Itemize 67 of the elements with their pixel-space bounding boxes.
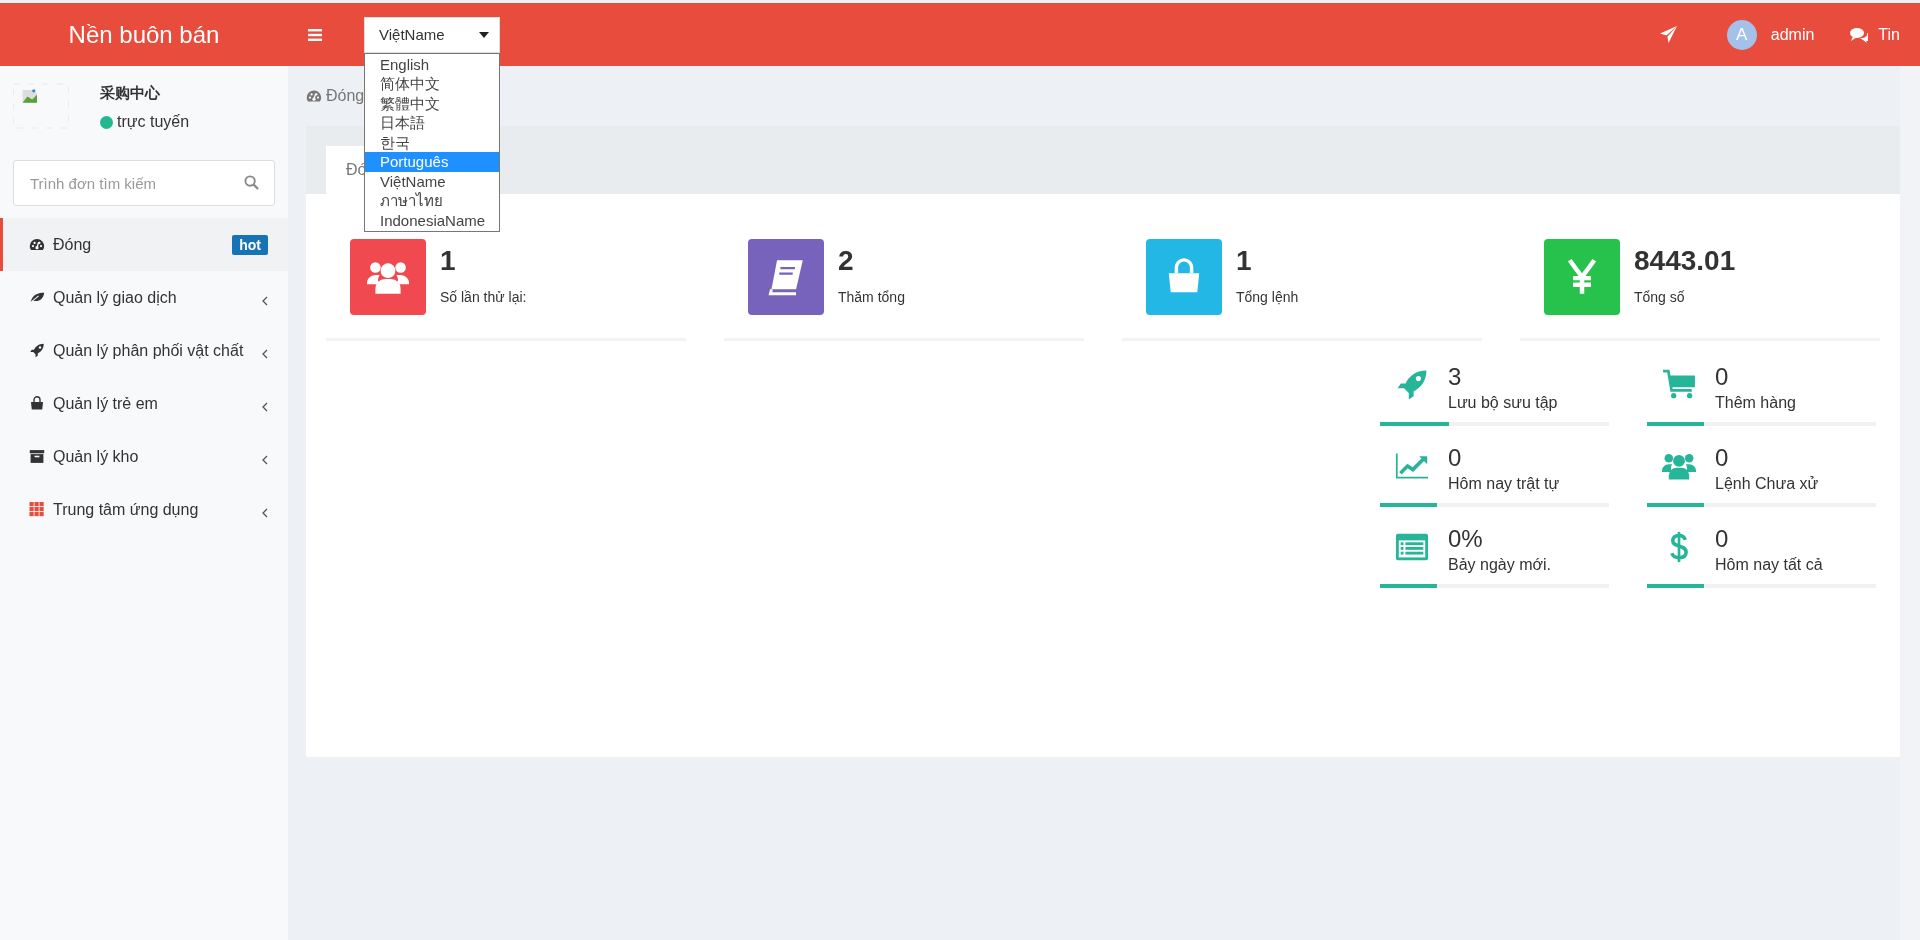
stat-value: 0: [1715, 525, 1730, 553]
messages-link[interactable]: Tin: [1878, 25, 1900, 44]
stat-label: Hôm nay trật tự: [1448, 475, 1560, 493]
search-icon[interactable]: [244, 175, 259, 190]
breadcrumb[interactable]: Đóng: [326, 87, 365, 105]
stat-value: 1: [440, 245, 457, 277]
stat-value: 2: [838, 245, 855, 277]
menu-label: Trung tâm ứng dụng: [53, 500, 200, 519]
sidebar-menu-item[interactable]: Quản lý phân phối vật chất: [0, 324, 288, 377]
language-option[interactable]: ภาษาไทย: [365, 191, 499, 211]
sidebar-menu-item[interactable]: Đóng hot: [0, 218, 288, 271]
stat-value: 0: [1448, 444, 1463, 472]
language-option[interactable]: 繁體中文: [365, 93, 499, 113]
menu-label: Quản lý giao dịch: [53, 288, 178, 307]
sidebar-menu-item[interactable]: Quản lý trẻ em: [0, 377, 288, 430]
shopping-bag-icon: [29, 396, 45, 411]
scrollbar[interactable]: [1900, 66, 1920, 940]
paper-plane-icon[interactable]: [1659, 26, 1677, 43]
sidebar-menu-item[interactable]: Quản lý kho: [0, 430, 288, 483]
language-option[interactable]: 한국: [365, 132, 499, 152]
stat-label: Thăm tổng: [838, 289, 905, 305]
menu-label: Quản lý trẻ em: [53, 394, 159, 413]
stat-label: Bảy ngày mới.: [1448, 556, 1551, 574]
language-option[interactable]: ViệtName: [365, 171, 499, 191]
menu-label: Quản lý phân phối vật chất: [53, 341, 245, 360]
rocket-icon: [1395, 369, 1429, 401]
online-status: trực tuyến: [117, 113, 190, 131]
cart-icon: [1662, 369, 1696, 401]
language-option[interactable]: 日本語: [365, 113, 499, 133]
sidebar-menu-item[interactable]: Quản lý giao dịch: [0, 271, 288, 324]
list-icon: [1395, 531, 1429, 563]
stat-label: Hôm nay tất cả: [1715, 556, 1823, 574]
caret-icon: [479, 31, 489, 38]
language-option[interactable]: IndonesiaName: [365, 210, 499, 230]
archive-icon: [29, 449, 45, 464]
stat-label: Tổng lệnh: [1236, 289, 1299, 305]
stat-value: 1: [1236, 245, 1253, 277]
profile-name: 采购中心: [100, 84, 161, 103]
leaf-icon: [29, 290, 45, 305]
menu-icon[interactable]: [308, 28, 322, 41]
brand-title[interactable]: Nền buôn bán: [0, 20, 288, 49]
stat-label: Lệnh Chưa xử: [1715, 475, 1819, 493]
dashboard-icon: [306, 89, 322, 103]
search-field[interactable]: Trình đơn tìm kiếm: [13, 160, 275, 206]
hot-badge: hot: [232, 234, 268, 255]
language-option[interactable]: 简体中文: [365, 74, 499, 94]
online-status-dot: [100, 115, 113, 129]
stat-value: 8443.01: [1634, 245, 1736, 277]
stat-label: Tổng số: [1634, 289, 1686, 305]
sidebar-menu-item[interactable]: Trung tâm ứng dụng: [0, 483, 288, 536]
stat-label: Số lần thử lại:: [440, 289, 527, 305]
grid-icon: [29, 502, 45, 517]
dashboard-icon: [29, 237, 45, 252]
language-option[interactable]: English: [365, 54, 499, 74]
language-select[interactable]: ViệtName: [364, 16, 500, 53]
stat-label: Lưu bộ sưu tập: [1448, 394, 1558, 412]
stat-value: 0%: [1448, 525, 1484, 553]
menu-label: Quản lý kho: [53, 447, 140, 466]
line-chart-icon: [1395, 450, 1429, 482]
stat-value: 0: [1715, 363, 1730, 391]
rocket-icon: [29, 343, 45, 358]
chat-icon[interactable]: [1850, 26, 1869, 43]
user-name[interactable]: admin: [1770, 25, 1815, 44]
stat-value: 0: [1715, 444, 1730, 472]
stat-value: 3: [1448, 363, 1463, 391]
stat-label: Thêm hàng: [1715, 394, 1796, 412]
menu-label: Đóng: [53, 235, 93, 254]
